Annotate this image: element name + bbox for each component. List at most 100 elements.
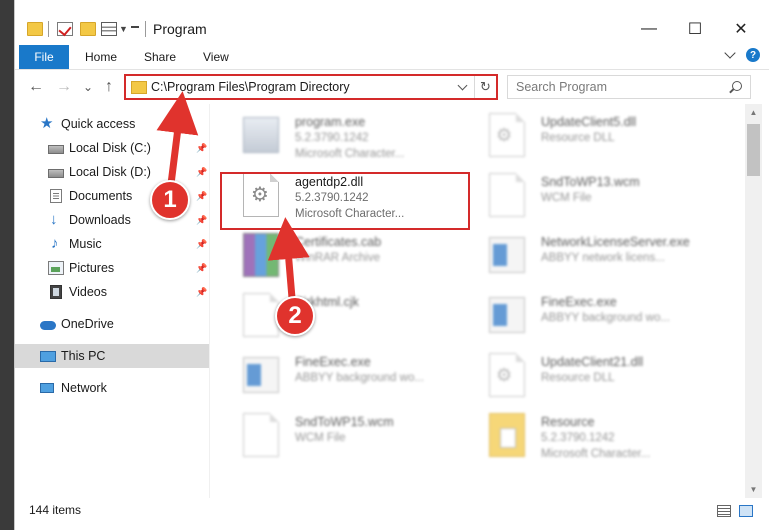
- sidebar-item-label: Local Disk (D:): [69, 165, 151, 179]
- qa-dropdown-icon[interactable]: ▼: [119, 24, 128, 34]
- qa-customize-bar-icon: [131, 26, 139, 28]
- winrar-archive-icon: [243, 233, 279, 277]
- file-name: Resource: [541, 415, 595, 429]
- file-item[interactable]: UpdateClient5.dll Resource DLL: [486, 108, 718, 164]
- this-pc-icon: [40, 350, 56, 362]
- address-path[interactable]: C:\Program Files\Program Directory: [151, 80, 350, 94]
- sidebar-item-label: Downloads: [69, 213, 131, 227]
- file-item[interactable]: NetworkLicenseServer.exe ABBYY network l…: [486, 228, 718, 284]
- pin-icon[interactable]: 📌: [196, 287, 207, 297]
- pin-icon[interactable]: 📌: [196, 143, 207, 153]
- sidebar-item-local-disk-c[interactable]: Local Disk (C:) 📌: [15, 136, 209, 160]
- quick-access-star-icon: ★: [40, 115, 54, 132]
- file-type: ABBYY network licens...: [541, 252, 665, 264]
- step-1-badge: 1: [150, 180, 190, 220]
- sidebar-item-local-disk-d[interactable]: Local Disk (D:) 📌: [15, 160, 209, 184]
- file-name: FineExec.exe: [541, 295, 617, 309]
- navigation-pane: ★ Quick access Local Disk (C:) 📌 Local D…: [15, 104, 209, 498]
- item-count: 144 items: [29, 503, 82, 517]
- maximize-button[interactable]: ☐: [672, 14, 718, 44]
- resource-folder-icon: [489, 413, 525, 457]
- sidebar-item-pictures[interactable]: Pictures 📌: [15, 256, 209, 280]
- refresh-icon[interactable]: ↻: [474, 76, 496, 98]
- pin-icon[interactable]: 📌: [196, 191, 207, 201]
- file-type: Resource DLL: [541, 372, 615, 384]
- new-folder-icon[interactable]: [80, 22, 96, 36]
- tab-home[interactable]: Home: [85, 45, 117, 69]
- search-box[interactable]: [507, 75, 751, 99]
- tab-share[interactable]: Share: [144, 45, 176, 69]
- sidebar-item-label: Music: [69, 237, 102, 251]
- file-name: NetworkLicenseServer.exe: [541, 235, 690, 249]
- help-icon[interactable]: ?: [746, 48, 760, 62]
- sidebar-item-network[interactable]: Network: [15, 376, 209, 400]
- file-name: SndToWP13.wcm: [541, 175, 640, 189]
- tiles-view-icon[interactable]: [739, 505, 753, 517]
- file-item[interactable]: Certificates.cab WinRAR Archive: [240, 228, 472, 284]
- file-type: ABBYY background wo...: [541, 312, 670, 324]
- pin-icon[interactable]: 📌: [196, 239, 207, 249]
- onedrive-icon: [40, 321, 56, 330]
- status-bar: 144 items: [15, 498, 769, 530]
- file-name: UpdateClient5.dll: [541, 115, 637, 129]
- file-name: UpdateClient21.dll: [541, 355, 644, 369]
- file-type: WCM File: [295, 432, 346, 444]
- file-item[interactable]: UpdateClient21.dll Resource DLL: [486, 348, 718, 404]
- search-icon[interactable]: [732, 81, 742, 91]
- tab-view[interactable]: View: [203, 45, 229, 69]
- scroll-down-icon[interactable]: ▼: [745, 481, 762, 498]
- file-item[interactable]: SndToWP13.wcm WCM File: [486, 168, 718, 224]
- sidebar-item-label: Local Disk (C:): [69, 141, 151, 155]
- search-input[interactable]: [508, 76, 718, 98]
- address-bar[interactable]: C:\Program Files\Program Directory ↻: [124, 74, 498, 100]
- minimize-button[interactable]: —: [626, 14, 672, 44]
- file-item[interactable]: Resource 5.2.3790.1242 Microsoft Charact…: [486, 408, 718, 464]
- scroll-up-icon[interactable]: ▲: [745, 104, 762, 121]
- pin-icon[interactable]: 📌: [196, 215, 207, 225]
- file-name: Certificates.cab: [295, 235, 382, 249]
- customize-icon[interactable]: [101, 22, 117, 36]
- file-item[interactable]: SndToWP15.wcm WCM File: [240, 408, 472, 464]
- expand-ribbon-chevron-icon[interactable]: [724, 47, 736, 59]
- file-version: 5.2.3790.1242: [295, 132, 369, 144]
- dll-file-icon: [489, 113, 525, 157]
- title-bar: ▼ Program — ☐ ✕: [15, 0, 769, 44]
- blank-file-icon: [243, 293, 279, 337]
- documents-icon: [50, 189, 62, 203]
- sidebar-item-videos[interactable]: Videos 📌: [15, 280, 209, 304]
- file-item[interactable]: FineExec.exe ABBYY background wo...: [486, 288, 718, 344]
- local-disk-icon: [48, 145, 64, 154]
- scrollbar-thumb[interactable]: [747, 124, 760, 176]
- back-arrow-icon[interactable]: ←: [25, 77, 47, 97]
- file-item[interactable]: FineExec.exe ABBYY background wo...: [240, 348, 472, 404]
- forward-arrow-icon[interactable]: →: [53, 77, 75, 97]
- pin-icon[interactable]: 📌: [196, 167, 207, 177]
- file-type: Resource DLL: [541, 132, 615, 144]
- address-dropdown-chevron-icon[interactable]: [457, 80, 468, 91]
- step-2-badge: 2: [275, 296, 315, 336]
- file-type: WinRAR Archive: [295, 252, 380, 264]
- local-disk-icon: [48, 169, 64, 178]
- sidebar-item-this-pc[interactable]: This PC: [15, 344, 209, 368]
- downloads-icon: ↓: [50, 211, 58, 228]
- pin-icon[interactable]: 📌: [196, 263, 207, 273]
- sidebar-item-onedrive[interactable]: OneDrive: [15, 312, 209, 336]
- tab-file[interactable]: File: [19, 45, 69, 69]
- exe-window-icon: [489, 237, 525, 273]
- pictures-icon: [48, 261, 64, 275]
- sidebar-item-quick-access[interactable]: ★ Quick access: [15, 112, 209, 136]
- sidebar-item-label: Pictures: [69, 261, 115, 275]
- exe-window-icon: [489, 297, 525, 333]
- details-view-icon[interactable]: [717, 505, 731, 517]
- sidebar-item-music[interactable]: ♪ Music 📌: [15, 232, 209, 256]
- network-icon: [40, 383, 54, 393]
- vertical-scrollbar[interactable]: ▲ ▼: [745, 104, 762, 498]
- file-item[interactable]: program.exe 5.2.3790.1242 Microsoft Char…: [240, 108, 472, 164]
- properties-check-icon[interactable]: [57, 22, 73, 36]
- ribbon-tabs: File Home Share View ?: [15, 44, 769, 70]
- videos-icon: [50, 285, 62, 299]
- close-button[interactable]: ✕: [718, 14, 764, 44]
- recent-locations-chevron-icon[interactable]: ⌄: [77, 77, 99, 97]
- up-arrow-icon[interactable]: ↑: [98, 77, 120, 97]
- file-type: WCM File: [541, 192, 592, 204]
